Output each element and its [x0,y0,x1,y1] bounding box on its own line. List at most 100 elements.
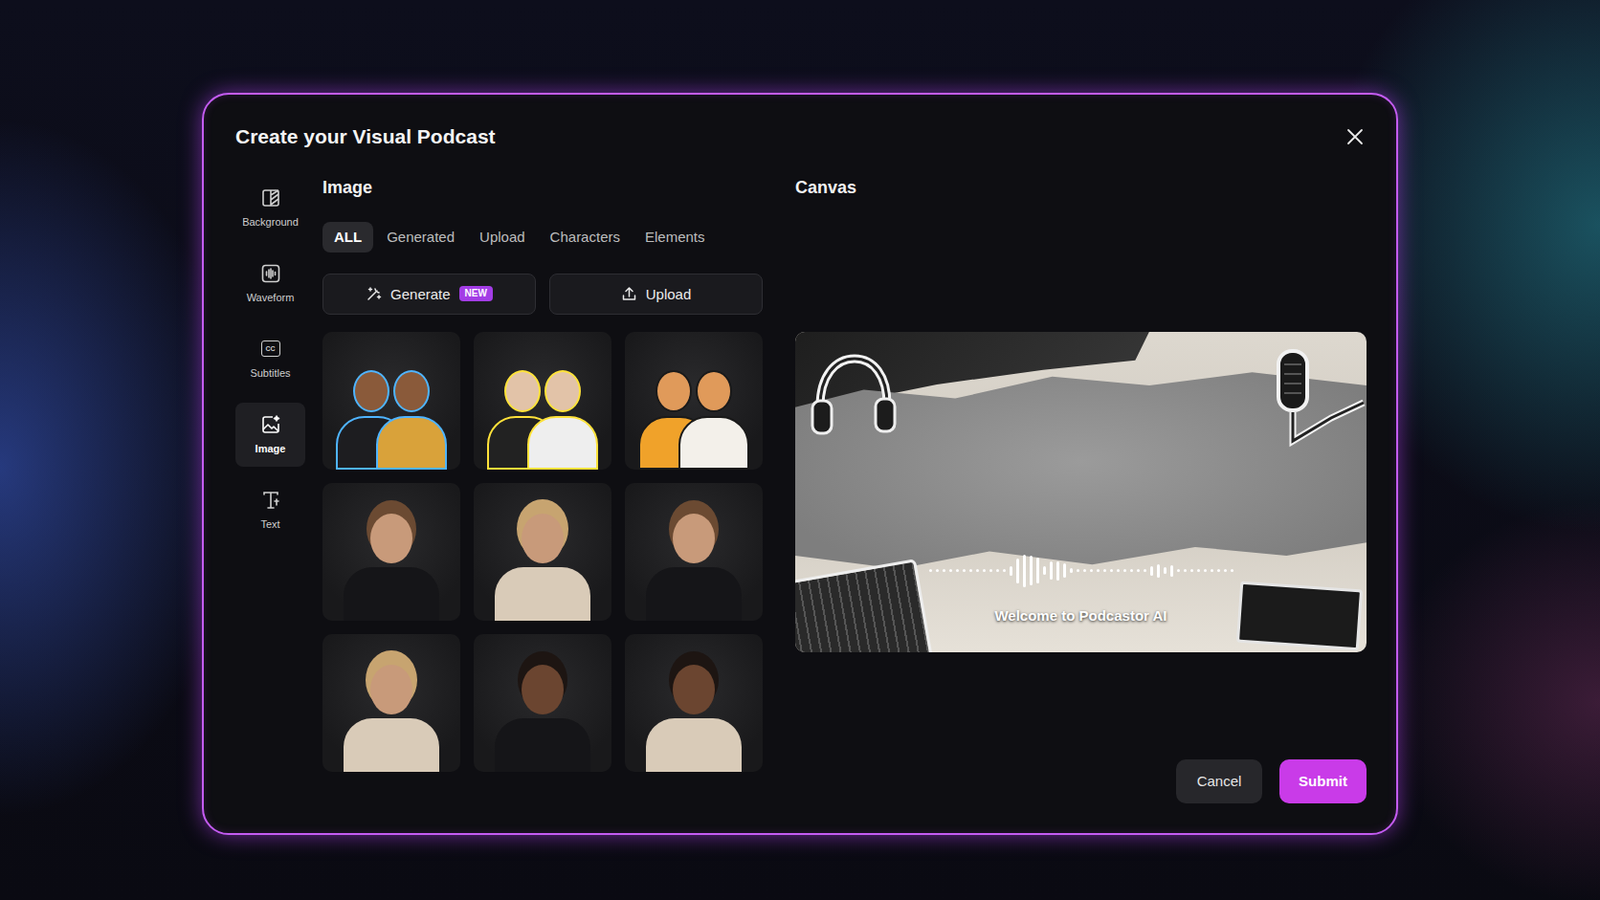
waveform-bar [1136,569,1140,573]
figure-body [645,718,742,773]
image-tabs: ALLGeneratedUploadCharactersElements [322,222,763,253]
sidebar-item[interactable]: Text [235,478,306,543]
waveform-bar [1063,563,1067,578]
page: Create your Visual Podcast Background Wave… [0,0,1600,900]
waveform-bar [1076,569,1080,573]
image-tab[interactable]: ALL [322,222,374,253]
figure-head [521,665,564,715]
waveform-bar [1022,555,1026,588]
image-thumbnail[interactable] [473,483,612,622]
sidebar-icon-wrap [260,414,282,436]
mixer-block [795,558,934,653]
dialog-title: Create your Visual Podcast [235,123,496,151]
waveform-bar [929,569,933,573]
waveform-bar [1223,569,1227,573]
waveform-bar [1116,569,1120,573]
image-thumbnail[interactable] [473,332,612,470]
sidebar: Background Waveform CCSubtitles Image Text [235,176,306,804]
image-thumbnail[interactable] [624,483,763,622]
waveform-bar [1203,569,1207,573]
figure [343,665,440,773]
background-icon [260,187,282,209]
waveform-bar [1056,561,1060,581]
waveform-bar [1170,565,1174,578]
image-tab[interactable]: Upload [467,222,537,253]
figure-body [678,416,750,470]
magic-wand-icon [365,286,382,303]
panel-heading: Canvas [795,176,1367,200]
image-thumbnail[interactable] [624,634,763,773]
primary-button[interactable]: Submit [1279,759,1367,804]
generate-button[interactable]: GenerateNEW [322,273,536,315]
create-podcast-dialog: Create your Visual Podcast Background Wave… [201,92,1399,836]
waveform-bar [1069,568,1073,574]
panel-heading: Image [322,176,763,200]
sidebar-item[interactable]: Background [235,176,306,241]
on-air-sign-block [1236,581,1363,652]
waveform-bar [1177,569,1180,573]
sidebar-item[interactable]: Waveform [235,251,306,316]
waveform-bar [1110,569,1113,573]
canvas-subtitle[interactable]: Welcome to Podcastor AI [795,607,1367,624]
figure [494,665,591,773]
close-button[interactable] [1343,125,1367,149]
sidebar-label: Waveform [246,291,295,305]
figure [527,370,599,470]
waveform-bar [955,569,959,573]
sidebar-icon-wrap [260,263,282,285]
image-thumbnail[interactable] [322,634,461,773]
figure-head [544,370,581,413]
headphones-icon [808,347,897,444]
figure-body [645,567,742,622]
sidebar-item[interactable]: CCSubtitles [235,327,306,392]
image-thumbnail[interactable] [624,332,763,470]
waveform-bar [1123,569,1127,573]
waveform-bar [1130,569,1134,573]
waveform-bar [1156,564,1160,578]
waveform-bar [1096,569,1100,573]
image-icon [260,414,282,436]
new-badge: NEW [459,286,493,302]
text-icon [260,489,282,512]
figure-head [521,513,564,564]
figure-head [672,513,715,564]
figure-body [376,416,447,470]
figure-head [655,370,692,413]
image-tab[interactable]: Elements [633,222,717,253]
image-thumbnail[interactable] [322,483,461,622]
image-tab[interactable]: Generated [375,222,467,253]
image-tab[interactable]: Characters [538,222,632,253]
figure [494,513,591,622]
upload-icon [621,286,638,303]
image-thumbnail[interactable] [322,332,461,470]
sidebar-label: Background [242,216,299,229]
figure [376,370,447,470]
figure-head [353,370,390,413]
secondary-button[interactable]: Cancel [1176,759,1263,804]
figure-body [343,718,440,773]
figure-body [527,416,599,470]
waveform-bar [962,569,966,573]
waveform-bar [1029,555,1033,586]
waveform-bar [1143,569,1147,573]
waveform-bar [1217,569,1221,573]
dialog-footer: Cancel Submit [795,759,1367,804]
waveform-bar [976,569,979,573]
dialog-header: Create your Visual Podcast [235,123,1367,151]
waveform-bar [935,569,939,573]
image-panel: ImageALLGeneratedUploadCharactersElement… [322,176,763,804]
waveform-bar [996,569,1000,573]
waveform-bar [1089,569,1093,573]
image-thumbnail[interactable] [473,634,612,773]
close-icon[interactable] [1345,127,1365,147]
figure-body [494,567,591,622]
upload-button[interactable]: Upload [549,273,763,315]
waveform-bar [1103,569,1107,573]
figure-head [695,370,733,413]
waveform-bar [949,569,953,573]
sidebar-item[interactable]: Image [235,402,306,467]
waveform-bar [1002,569,1006,573]
canvas[interactable]: Welcome to Podcastor AI [795,332,1367,654]
figure-head [370,665,413,715]
sidebar-icon-wrap [260,187,282,209]
